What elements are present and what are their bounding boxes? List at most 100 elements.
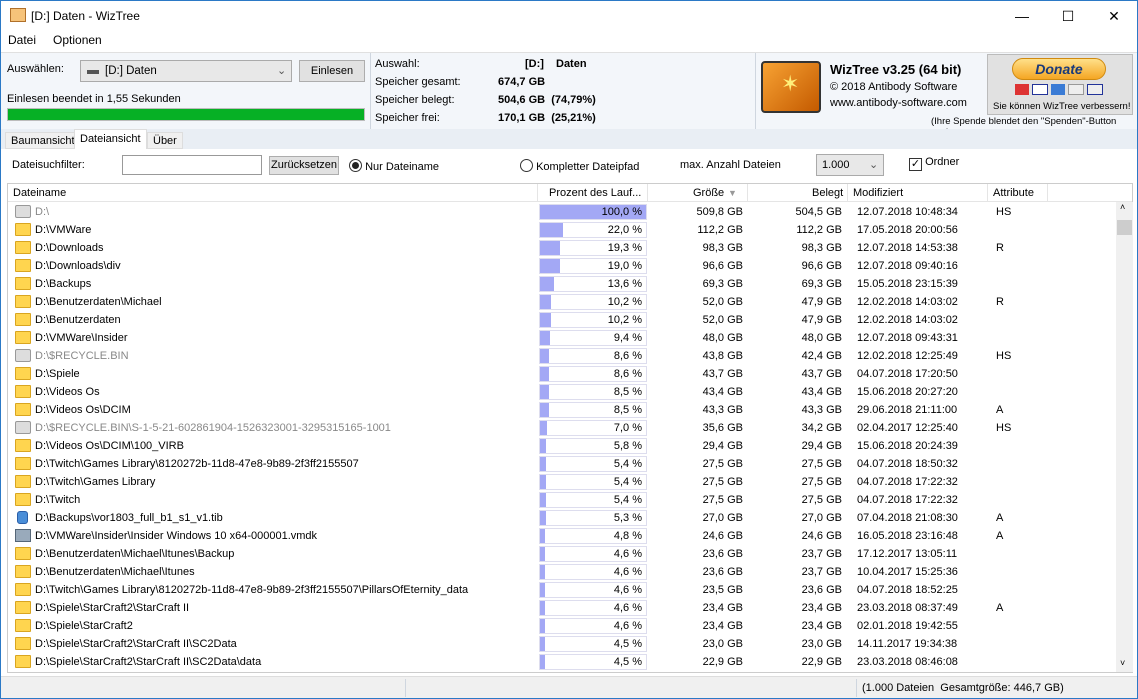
percent-bar-fill	[540, 493, 546, 507]
tab-uber[interactable]: Über	[147, 132, 183, 149]
used-value: 112,2 GB	[796, 224, 842, 236]
folder-icon	[15, 655, 31, 668]
col-header-percent[interactable]: Prozent des Lauf...	[549, 187, 641, 199]
modified-value: 16.05.2018 23:16:48	[857, 530, 958, 542]
table-row[interactable]: D:\$RECYCLE.BIN 8,6 % 43,8 GB 42,4 GB 12.02.…	[8, 347, 1116, 365]
folder-icon	[15, 277, 31, 290]
modified-value: 15.06.2018 20:27:20	[857, 386, 958, 398]
table-row[interactable]: D:\Spiele\StarCraft2 4,6 % 23,4 GB 23,4 GB 0…	[8, 617, 1116, 635]
table-row[interactable]: D:\Benutzerdaten\Michael\Itunes 4,6 % 23,6…	[8, 563, 1116, 581]
modified-value: 15.05.2018 23:15:39	[857, 278, 958, 290]
disk-image-icon	[17, 511, 28, 524]
file-name: D:\$RECYCLE.BIN\S-1-5-21-602861904-15263…	[35, 422, 391, 434]
table-row[interactable]: D:\Videos Os\DCIM 8,5 % 43,3 GB 43,3 GB 29.0…	[8, 401, 1116, 419]
table-row[interactable]: D:\Benutzerdaten 10,2 % 52,0 GB 47,9 GB 12.0…	[8, 311, 1116, 329]
table-row[interactable]: D:\VMWare 22,0 % 112,2 GB 112,2 GB 17.05.201…	[8, 221, 1116, 239]
donate-button[interactable]: Donate	[1012, 58, 1106, 80]
minimize-button[interactable]: —	[999, 1, 1045, 31]
table-row[interactable]: D:\Spiele\StarCraft2\StarCraft II\SC2Dat…	[8, 635, 1116, 653]
folder-icon	[15, 457, 31, 470]
table-row[interactable]: D:\Videos Os\DCIM\100_VIRB 5,8 % 29,4 GB 29…	[8, 437, 1116, 455]
table-row[interactable]: D:\Backups\vor1803_full_b1_s1_v1.tib 5,3 …	[8, 509, 1116, 527]
scan-button[interactable]: Einlesen	[299, 60, 365, 82]
size-value: 43,4 GB	[702, 386, 743, 398]
scrollbar-thumb[interactable]	[1117, 220, 1132, 235]
close-button[interactable]: ✕	[1091, 1, 1137, 31]
col-header-size[interactable]: Größe	[693, 187, 724, 199]
table-row[interactable]: D:\Benutzerdaten\Michael 10,2 % 52,0 GB 47,…	[8, 293, 1116, 311]
used-value: 27,5 GB	[801, 494, 842, 506]
table-row[interactable]: D:\Spiele\StarCraft2\StarCraft II\SC2Dat…	[8, 653, 1116, 671]
percent-value: 8,6 %	[613, 368, 642, 380]
table-row[interactable]: D:\VMWare\Insider\Insider Windows 10 x64…	[8, 527, 1116, 545]
percent-bar-fill	[540, 259, 561, 273]
table-row[interactable]: D:\ 100,0 % 509,8 GB 504,5 GB 12.07.2018 10:…	[8, 203, 1116, 221]
tab-baumansicht[interactable]: Baumansicht	[5, 132, 81, 149]
modified-value: 04.07.2018 17:22:32	[857, 476, 958, 488]
folder-icon	[15, 385, 31, 398]
table-row[interactable]: D:\Downloads\div 19,0 % 96,6 GB 96,6 GB 12.0…	[8, 257, 1116, 275]
folders-checkbox[interactable]: ✓ Ordner	[909, 156, 960, 171]
percent-bar-fill	[540, 547, 545, 561]
radio-filename[interactable]: Nur Dateiname	[349, 159, 439, 175]
col-header-name[interactable]: Dateiname	[13, 187, 66, 199]
used-value: 23,4 GB	[801, 620, 842, 632]
table-row[interactable]: D:\Spiele\StarCraft2\StarCraft II 4,6 % 23…	[8, 599, 1116, 617]
percent-bar-fill	[540, 601, 545, 615]
col-header-modified[interactable]: Modifiziert	[853, 187, 903, 199]
donate-panel[interactable]: Donate Sie können WizTree verbessern!	[987, 54, 1133, 115]
table-row[interactable]: D:\VMWare\Insider 9,4 % 48,0 GB 48,0 GB 12.0…	[8, 329, 1116, 347]
table-row[interactable]: D:\Videos Os 8,5 % 43,4 GB 43,4 GB 15.06.201…	[8, 383, 1116, 401]
table-row[interactable]: D:\$RECYCLE.BIN\S-1-5-21-602861904-15263…	[8, 419, 1116, 437]
percent-bar-fill	[540, 439, 547, 453]
table-row[interactable]: D:\Twitch\Games Library 5,4 % 27,5 GB 27,5 …	[8, 473, 1116, 491]
size-value: 27,5 GB	[702, 494, 743, 506]
col-header-used[interactable]: Belegt	[812, 187, 843, 199]
size-value: 69,3 GB	[702, 278, 743, 290]
wiztree-logo: ✶	[761, 61, 821, 113]
file-name: D:\Benutzerdaten	[35, 314, 121, 326]
size-value: 43,7 GB	[702, 368, 743, 380]
percent-value: 4,6 %	[613, 584, 642, 596]
maximize-button[interactable]: ☐	[1045, 1, 1091, 31]
percent-bar-fill	[540, 277, 555, 291]
modified-value: 04.07.2018 17:22:32	[857, 494, 958, 506]
folder-icon	[15, 403, 31, 416]
menu-optionen[interactable]: Optionen	[53, 33, 102, 47]
table-row[interactable]: D:\Twitch\Games Library\8120272b-11d8-47…	[8, 455, 1116, 473]
folders-label: Ordner	[925, 156, 960, 168]
used-value: 43,4 GB	[801, 386, 842, 398]
file-name: D:\	[35, 206, 50, 218]
scroll-up-icon[interactable]: ˄	[1120, 202, 1125, 212]
percent-bar-fill	[540, 529, 546, 543]
size-value: 43,3 GB	[702, 404, 743, 416]
used-label: Speicher belegt:	[375, 94, 455, 106]
size-value: 35,6 GB	[702, 422, 743, 434]
table-row[interactable]: D:\Backups 13,6 % 69,3 GB 69,3 GB 15.05.2018…	[8, 275, 1116, 293]
scroll-down-icon[interactable]: ˅	[1120, 658, 1125, 668]
file-name: D:\Benutzerdaten\Michael\Itunes	[35, 566, 195, 578]
file-name: D:\Backups	[35, 278, 92, 290]
drive-select[interactable]: [D:] Daten ⌄	[80, 60, 292, 82]
radio-fullpath[interactable]: Kompletter Dateipfad	[520, 159, 639, 175]
vertical-scrollbar[interactable]: ˄ ˅	[1116, 202, 1133, 672]
divider	[405, 679, 406, 697]
total-value: 674,7 GB	[498, 76, 546, 88]
percent-bar-fill	[540, 637, 545, 651]
filter-input[interactable]	[122, 155, 262, 175]
percent-bar-fill	[540, 619, 545, 633]
table-row[interactable]: D:\Benutzerdaten\Michael\Itunes\Backup 4,…	[8, 545, 1116, 563]
tab-dateiansicht[interactable]: Dateiansicht	[74, 129, 147, 149]
used-value: 96,6 GB	[801, 260, 842, 272]
website-link[interactable]: www.antibody-software.com	[830, 97, 967, 109]
table-row[interactable]: D:\Downloads 19,3 % 98,3 GB 98,3 GB 12.07.20…	[8, 239, 1116, 257]
table-row[interactable]: D:\Twitch\Games Library\8120272b-11d8-47…	[8, 581, 1116, 599]
reset-button[interactable]: Zurücksetzen	[269, 156, 339, 175]
table-row[interactable]: D:\Twitch 5,4 % 27,5 GB 27,5 GB 04.07.2018 1…	[8, 491, 1116, 509]
file-name: D:\Spiele\StarCraft2\StarCraft II	[35, 602, 190, 614]
col-header-attributes[interactable]: Attribute	[993, 187, 1034, 199]
table-row[interactable]: D:\Spiele 8,6 % 43,7 GB 43,7 GB 04.07.2018 1…	[8, 365, 1116, 383]
max-files-select[interactable]: 1.000 ⌄	[816, 154, 884, 176]
menu-datei[interactable]: Datei	[8, 33, 36, 47]
percent-bar-fill	[540, 421, 548, 435]
